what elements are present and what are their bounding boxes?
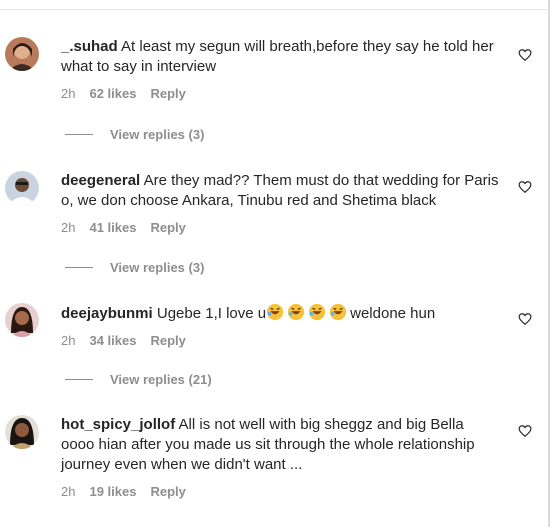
comment-meta: 2h 19 likes Reply [61,484,501,499]
heart-outline-icon[interactable] [518,180,532,194]
view-replies-label: View replies (3) [110,127,205,142]
comment-meta: 2h 62 likes Reply [61,86,501,101]
comment-likes[interactable]: 34 likes [89,333,136,348]
comment-body-end: weldone hun [350,305,436,322]
comment-meta: 2h 34 likes Reply [61,333,501,348]
top-divider [0,9,548,10]
heart-outline-icon[interactable] [518,48,532,62]
reply-button[interactable]: Reply [150,220,185,235]
reply-button[interactable]: Reply [150,333,185,348]
rolling-on-floor-laughing-icon [287,303,305,321]
comment-username[interactable]: deegeneral [61,172,140,189]
comment-likes[interactable]: 41 likes [89,220,136,235]
rolling-on-floor-laughing-icon [266,303,284,321]
reply-button[interactable]: Reply [150,484,185,499]
heart-outline-icon[interactable] [518,312,532,326]
avatar[interactable] [5,171,39,205]
comment-time: 2h [61,86,76,101]
comment-time: 2h [61,484,76,499]
rolling-on-floor-laughing-icon [308,303,326,321]
rolling-on-floor-laughing-icon [329,303,347,321]
avatar[interactable] [5,415,39,449]
heart-outline-icon[interactable] [518,424,532,438]
comment-username[interactable]: hot_spicy_jollof [61,416,175,433]
view-replies-button[interactable]: View replies (3) [65,127,204,142]
comment-body: Ugebe 1,I love u [156,305,267,322]
comment-time: 2h [61,333,76,348]
avatar[interactable] [5,303,39,337]
view-replies-button[interactable]: View replies (3) [65,260,204,275]
replies-divider [65,134,93,135]
view-replies-label: View replies (21) [110,372,212,387]
comment-meta: 2h 41 likes Reply [61,220,501,235]
comment-text: hot_spicy_jollof All is not well with bi… [61,415,501,475]
comment-text: deegeneral Are they mad?? Them must do t… [61,171,501,211]
view-replies-label: View replies (3) [110,260,205,275]
comment-time: 2h [61,220,76,235]
comment-likes[interactable]: 62 likes [89,86,136,101]
comment-username[interactable]: _.suhad [61,38,118,55]
view-replies-button[interactable]: View replies (21) [65,372,212,387]
reply-button[interactable]: Reply [150,86,185,101]
comment-text: deejaybunmi Ugebe 1,I love u weldone hun [61,303,501,324]
comment-text: _.suhad At least my segun will breath,be… [61,37,501,77]
comment-body: At least my segun will breath,before the… [61,38,494,75]
comment-likes[interactable]: 19 likes [89,484,136,499]
replies-divider [65,379,93,380]
comment-username[interactable]: deejaybunmi [61,305,153,322]
replies-divider [65,267,93,268]
avatar[interactable] [5,37,39,71]
